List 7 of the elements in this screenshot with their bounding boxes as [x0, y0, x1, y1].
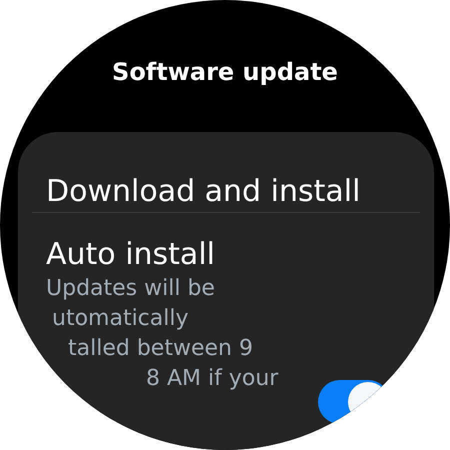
- setting-description: 8 AM if your: [146, 365, 278, 393]
- screen-title: Software update: [111, 58, 339, 88]
- setting-description: Updates will be: [46, 275, 215, 303]
- setting-description: utomatically: [52, 305, 189, 333]
- setting-description: talled between 9: [68, 335, 253, 363]
- setting-label: Auto install: [46, 237, 216, 272]
- menu-item[interactable]: Download and install: [46, 132, 406, 212]
